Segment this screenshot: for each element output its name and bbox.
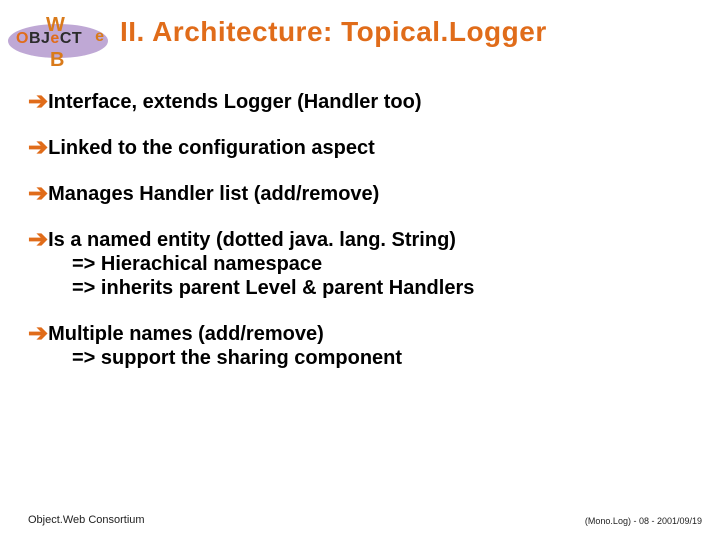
footer-right: (Mono.Log) - 08 - 2001/09/19	[585, 516, 702, 526]
arrow-icon: ➔	[28, 322, 48, 346]
bullet-item: ➔ Is a named entity (dotted java. lang. …	[28, 228, 700, 300]
logo-letter-e: e	[95, 28, 104, 46]
bullet-subtext: => inherits parent Level & parent Handle…	[72, 276, 700, 300]
bullet-item: ➔ Interface, extends Logger (Handler too…	[28, 90, 700, 114]
bullet-subtext: => support the sharing component	[72, 346, 700, 370]
bullet-text: Multiple names (add/remove)	[48, 322, 324, 346]
slide-content: ➔ Interface, extends Logger (Handler too…	[28, 90, 700, 392]
slide: W e B OBJeCT II. Architecture: Topical.L…	[0, 0, 720, 540]
bullet-text: Is a named entity (dotted java. lang. St…	[48, 228, 456, 252]
arrow-icon: ➔	[28, 182, 48, 206]
bullet-item: ➔ Manages Handler list (add/remove)	[28, 182, 700, 206]
footer-left: Object.Web Consortium	[28, 514, 145, 526]
arrow-icon: ➔	[28, 136, 48, 160]
logo: W e B OBJeCT	[8, 14, 108, 68]
bullet-text: Manages Handler list (add/remove)	[48, 182, 379, 206]
bullet-item: ➔ Linked to the configuration aspect	[28, 136, 700, 160]
slide-title: II. Architecture: Topical.Logger	[120, 16, 547, 48]
bullet-text: Linked to the configuration aspect	[48, 136, 375, 160]
logo-word-object: OBJeCT	[16, 30, 82, 48]
bullet-item: ➔ Multiple names (add/remove) => support…	[28, 322, 700, 370]
arrow-icon: ➔	[28, 228, 48, 252]
logo-letter-b: B	[50, 49, 64, 72]
bullet-subtext: => Hierachical namespace	[72, 252, 700, 276]
bullet-text: Interface, extends Logger (Handler too)	[48, 90, 421, 114]
arrow-icon: ➔	[28, 90, 48, 114]
